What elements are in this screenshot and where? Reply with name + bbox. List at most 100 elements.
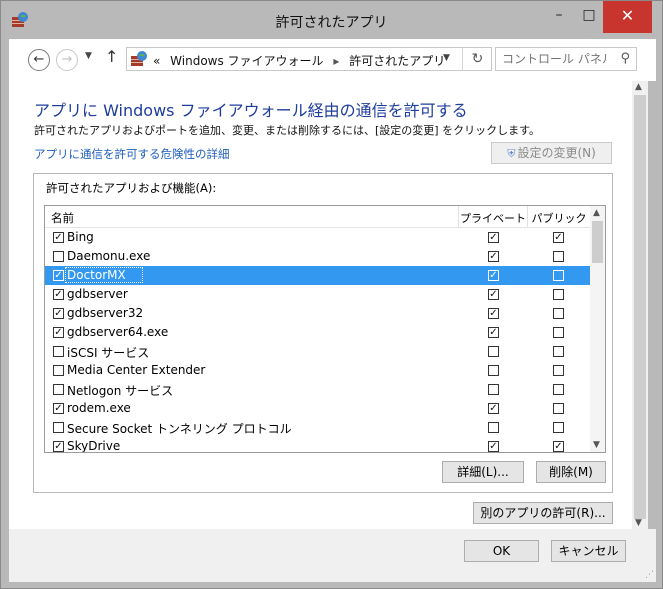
app-name: rodem.exe (67, 401, 131, 415)
enable-checkbox[interactable]: ✓ (53, 441, 64, 452)
scroll-thumb[interactable] (634, 95, 646, 519)
private-checkbox[interactable]: ✓ (488, 403, 499, 414)
private-checkbox[interactable]: ✓ (488, 441, 499, 452)
minimize-button[interactable]: – (544, 5, 574, 27)
scroll-down-icon[interactable]: ▼ (635, 518, 642, 528)
table-row[interactable]: ✓ SkyDrive ✓ ✓ (45, 437, 590, 452)
app-name: Secure Socket トンネリング プロトコル (67, 422, 292, 436)
public-checkbox[interactable] (553, 365, 564, 376)
refresh-icon[interactable]: ↻ (462, 48, 492, 70)
table-row[interactable]: ✓ gdbserver64.exe ✓ (45, 323, 590, 342)
resize-grip-icon[interactable]: ⋰ (645, 570, 654, 580)
table-row[interactable]: ✓ gdbserver32 ✓ (45, 304, 590, 323)
public-checkbox[interactable] (553, 346, 564, 357)
breadcrumb-separator[interactable]: ▸ (333, 54, 339, 68)
table-row[interactable]: ✓ gdbserver ✓ (45, 285, 590, 304)
private-checkbox[interactable] (488, 365, 499, 376)
maximize-button[interactable]: □ (574, 5, 604, 27)
public-checkbox[interactable] (553, 327, 564, 338)
forward-arrow-icon[interactable]: → (56, 49, 78, 71)
table-row[interactable]: ✓ rodem.exe ✓ (45, 399, 590, 418)
public-checkbox[interactable] (553, 308, 564, 319)
change-settings-label: 設定の変更(N) (517, 146, 596, 160)
back-arrow-icon[interactable]: ← (28, 49, 50, 71)
group-label: 許可されたアプリおよび機能(A): (46, 181, 217, 195)
app-name: gdbserver (67, 287, 128, 301)
firewall-app-icon (131, 51, 147, 66)
public-checkbox[interactable] (553, 403, 564, 414)
public-checkbox[interactable] (553, 289, 564, 300)
breadcrumb-overflow[interactable]: « (153, 54, 160, 68)
private-checkbox[interactable]: ✓ (488, 308, 499, 319)
address-bar[interactable]: « Windows ファイアウォール ▸ 許可されたアプリ ▼ ↻ (126, 47, 492, 71)
app-name: Media Center Extender (67, 363, 206, 377)
table-row[interactable]: iSCSI サービス (45, 342, 590, 361)
list-scrollbar[interactable]: ▲ ▼ (590, 206, 605, 452)
scroll-up-icon[interactable]: ▲ (593, 208, 600, 218)
scroll-thumb[interactable] (592, 221, 603, 263)
dialog-footer: OK キャンセル ⋰ (9, 529, 656, 582)
enable-checkbox[interactable]: ✓ (53, 403, 64, 414)
column-header-name[interactable]: 名前 (51, 210, 74, 226)
scroll-up-icon[interactable]: ▲ (635, 82, 642, 92)
close-button[interactable]: ✕ (603, 1, 652, 33)
public-checkbox[interactable] (553, 270, 564, 281)
page-subtitle: 許可されたアプリおよびポートを追加、変更、または削除するには、[設定の変更] を… (34, 124, 540, 137)
scroll-down-icon[interactable]: ▼ (593, 440, 600, 450)
private-checkbox[interactable]: ✓ (488, 251, 499, 262)
title-bar[interactable]: 許可されたアプリ – □ ✕ (1, 1, 662, 39)
column-header-private[interactable]: プライベート (459, 210, 527, 226)
app-name: gdbserver64.exe (67, 325, 169, 339)
allowed-apps-list[interactable]: 名前 プライベート パブリック ✓ Bing ✓ ✓ Daemonu.exe ✓ ✓ Doct… (44, 205, 606, 453)
search-box[interactable]: ⚲ (495, 47, 637, 71)
private-checkbox[interactable] (488, 422, 499, 433)
app-name: Bing (67, 230, 94, 244)
enable-checkbox[interactable]: ✓ (53, 289, 64, 300)
enable-checkbox[interactable] (53, 422, 64, 433)
private-checkbox[interactable]: ✓ (488, 232, 499, 243)
enable-checkbox[interactable]: ✓ (53, 232, 64, 243)
enable-checkbox[interactable] (53, 251, 64, 262)
change-settings-button[interactable]: ⛨ 設定の変更(N) (491, 142, 612, 164)
up-arrow-icon[interactable]: ↑ (105, 47, 118, 66)
details-button[interactable]: 詳細(L)... (442, 461, 524, 483)
breadcrumb: « Windows ファイアウォール ▸ 許可されたアプリ (153, 52, 451, 69)
enable-checkbox[interactable]: ✓ (53, 327, 64, 338)
search-icon[interactable]: ⚲ (620, 51, 630, 66)
enable-checkbox[interactable]: ✓ (53, 308, 64, 319)
private-checkbox[interactable] (488, 384, 499, 395)
content-scrollbar[interactable]: ▲ ▼ (632, 81, 648, 529)
private-checkbox[interactable]: ✓ (488, 289, 499, 300)
private-checkbox[interactable]: ✓ (488, 270, 499, 281)
breadcrumb-allowed-apps[interactable]: 許可されたアプリ (349, 54, 445, 68)
public-checkbox[interactable]: ✓ (553, 232, 564, 243)
table-row[interactable]: Netlogon サービス (45, 380, 590, 399)
ok-button[interactable]: OK (464, 540, 539, 562)
risk-info-link[interactable]: アプリに通信を許可する危険性の詳細 (34, 146, 230, 162)
remove-button[interactable]: 削除(M) (536, 461, 606, 483)
cancel-button[interactable]: キャンセル (551, 540, 626, 562)
enable-checkbox[interactable] (53, 365, 64, 376)
table-row[interactable]: ✓ Bing ✓ ✓ (45, 228, 590, 247)
public-checkbox[interactable]: ✓ (553, 441, 564, 452)
address-dropdown[interactable]: ▼ (443, 53, 450, 63)
public-checkbox[interactable] (553, 384, 564, 395)
page-title: アプリに Windows ファイアウォール経由の通信を許可する (34, 101, 468, 120)
breadcrumb-windows-firewall[interactable]: Windows ファイアウォール (170, 54, 323, 68)
recent-locations-dropdown[interactable]: ▼ (85, 51, 92, 61)
enable-checkbox[interactable]: ✓ (53, 270, 64, 281)
allow-another-app-button[interactable]: 別のアプリの許可(R)... (473, 502, 613, 524)
list-rows: ✓ Bing ✓ ✓ Daemonu.exe ✓ ✓ DoctorMX ✓ ✓ gdbserver ✓… (45, 228, 590, 452)
public-checkbox[interactable] (553, 251, 564, 262)
private-checkbox[interactable]: ✓ (488, 327, 499, 338)
public-checkbox[interactable] (553, 422, 564, 433)
enable-checkbox[interactable] (53, 384, 64, 395)
search-input[interactable] (496, 48, 614, 70)
table-row[interactable]: Media Center Extender (45, 361, 590, 380)
table-row[interactable]: ✓ DoctorMX ✓ (45, 266, 590, 285)
column-header-public[interactable]: パブリック (528, 210, 590, 226)
table-row[interactable]: Secure Socket トンネリング プロトコル (45, 418, 590, 437)
table-row[interactable]: Daemonu.exe ✓ (45, 247, 590, 266)
enable-checkbox[interactable] (53, 346, 64, 357)
private-checkbox[interactable] (488, 346, 499, 357)
